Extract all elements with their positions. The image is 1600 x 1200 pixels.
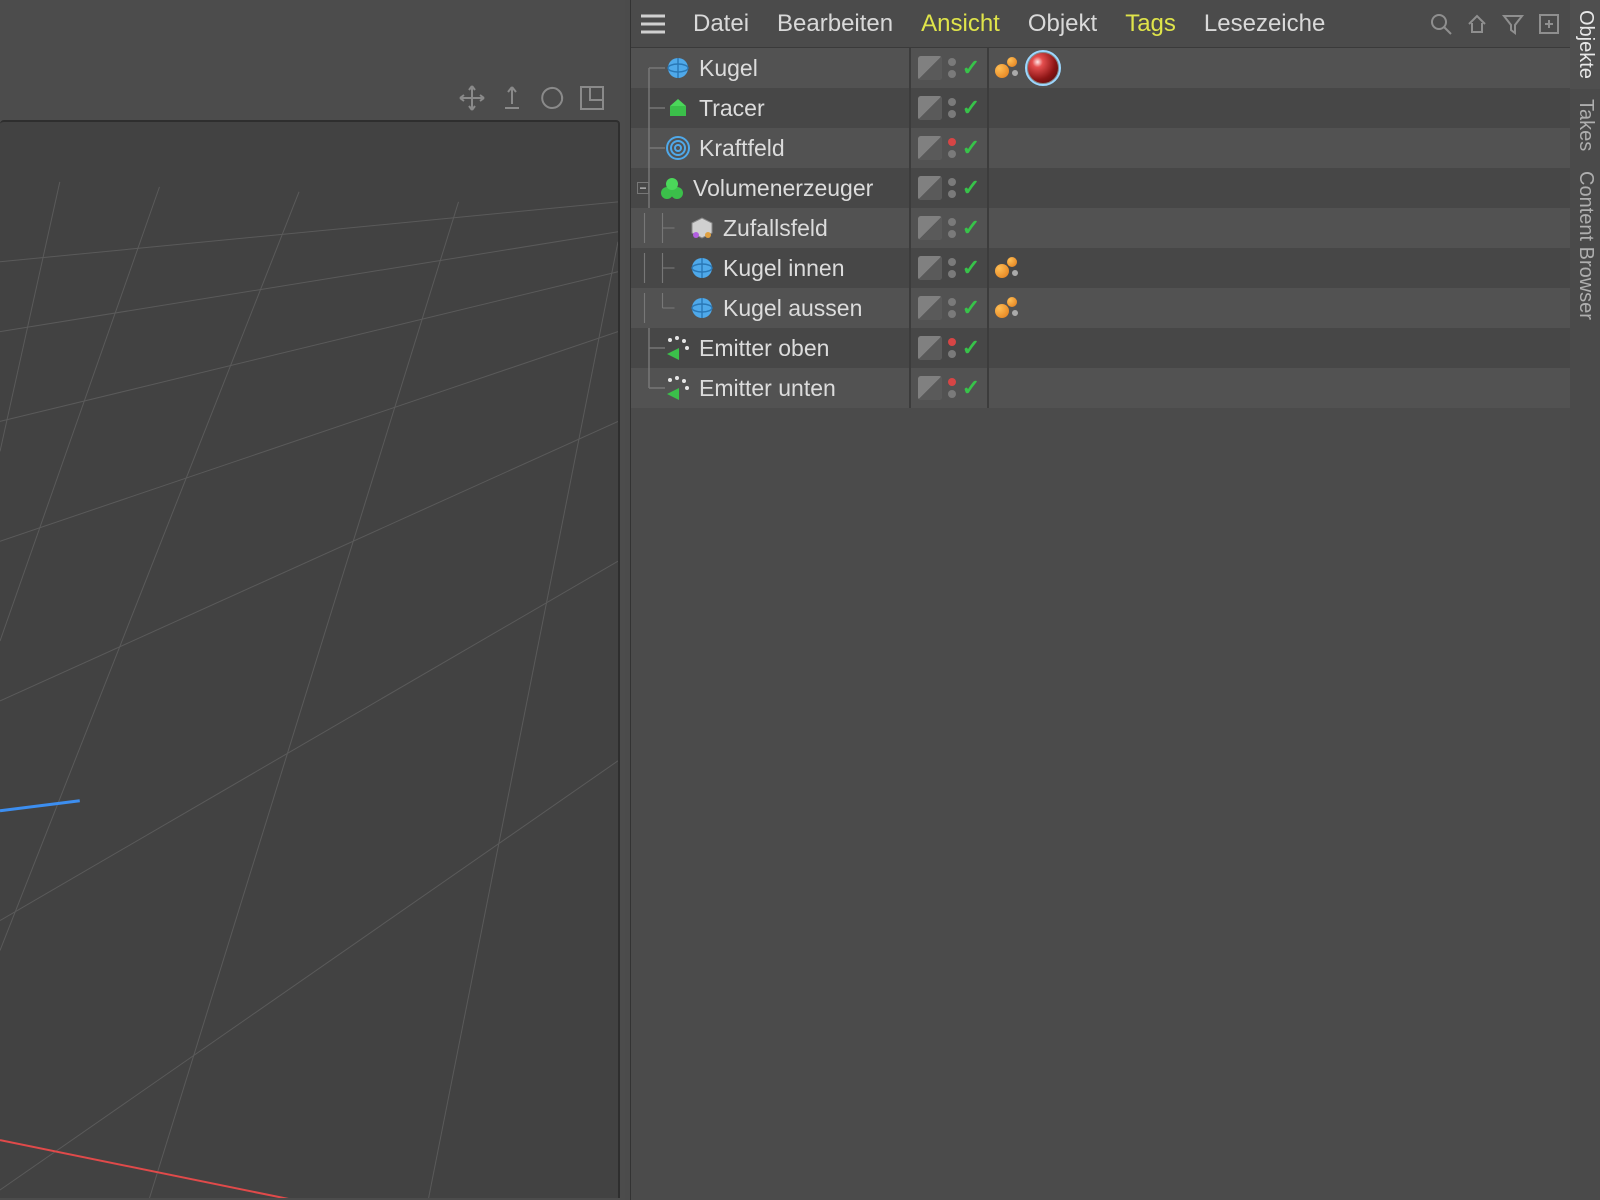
viewport-toolbar <box>0 77 616 119</box>
visibility-dots[interactable] <box>948 138 956 158</box>
filter-icon[interactable] <box>1498 9 1528 39</box>
enable-check-icon[interactable]: ✓ <box>962 137 980 159</box>
menu-object[interactable]: Objekt <box>1014 10 1111 38</box>
tree-row-emitter-oben[interactable]: Emitter oben ✓ <box>631 328 1570 368</box>
tree-row-kugel-aussen[interactable]: Kugel aussen ✓ <box>631 288 1570 328</box>
viewport-move-icon[interactable] <box>456 82 488 114</box>
side-tab-objects[interactable]: Objekte <box>1570 0 1600 89</box>
tree-label: Emitter unten <box>699 375 836 402</box>
enable-check-icon[interactable]: ✓ <box>962 297 980 319</box>
viewport-canvas[interactable] <box>0 120 620 1198</box>
tree-row-emitter-unten[interactable]: Emitter unten ✓ <box>631 368 1570 408</box>
enable-check-icon[interactable]: ✓ <box>962 177 980 199</box>
viewport-panel <box>0 0 625 1200</box>
tree-label: Kugel innen <box>723 255 845 282</box>
dynamics-tag-icon[interactable] <box>995 55 1021 81</box>
enable-check-icon[interactable]: ✓ <box>962 57 980 79</box>
visibility-dots[interactable] <box>948 98 956 118</box>
dynamics-tag-icon[interactable] <box>995 255 1021 281</box>
visibility-dots[interactable] <box>948 218 956 238</box>
add-icon[interactable] <box>1534 9 1564 39</box>
enable-check-icon[interactable]: ✓ <box>962 97 980 119</box>
enable-check-icon[interactable]: ✓ <box>962 377 980 399</box>
menu-view[interactable]: Ansicht <box>907 10 1014 38</box>
search-icon[interactable] <box>1426 9 1456 39</box>
layer-toggle[interactable] <box>918 176 942 200</box>
home-icon[interactable] <box>1462 9 1492 39</box>
visibility-dots[interactable] <box>948 58 956 78</box>
layer-toggle[interactable] <box>918 256 942 280</box>
visibility-dots[interactable] <box>948 338 956 358</box>
sphere-icon <box>689 255 715 281</box>
visibility-dots[interactable] <box>948 298 956 318</box>
dynamics-tag-icon[interactable] <box>995 295 1021 321</box>
visibility-dots[interactable] <box>948 258 956 278</box>
tree-label: Tracer <box>699 95 765 122</box>
layer-toggle[interactable] <box>918 296 942 320</box>
tree-row-kraftfeld[interactable]: Kraftfeld ✓ <box>631 128 1570 168</box>
viewport-dolly-icon[interactable] <box>496 82 528 114</box>
viewport-maximize-icon[interactable] <box>576 82 608 114</box>
tree-label: Zufallsfeld <box>723 215 828 242</box>
object-tree: Kugel ✓ <box>631 48 1570 1200</box>
layer-toggle[interactable] <box>918 96 942 120</box>
random-field-icon <box>689 215 715 241</box>
visibility-dots[interactable] <box>948 378 956 398</box>
layer-toggle[interactable] <box>918 376 942 400</box>
layer-toggle[interactable] <box>918 136 942 160</box>
menu-file[interactable]: Datei <box>679 10 763 38</box>
material-tag-icon[interactable] <box>1027 52 1059 84</box>
object-manager-panel: Datei Bearbeiten Ansicht Objekt Tags Les… <box>630 0 1570 1200</box>
viewport-orbit-icon[interactable] <box>536 82 568 114</box>
tree-row-zufallsfeld[interactable]: Zufallsfeld ✓ <box>631 208 1570 248</box>
enable-check-icon[interactable]: ✓ <box>962 337 980 359</box>
sphere-icon <box>689 295 715 321</box>
enable-check-icon[interactable]: ✓ <box>962 257 980 279</box>
tree-row-kugel[interactable]: Kugel ✓ <box>631 48 1570 88</box>
tree-label: Kraftfeld <box>699 135 785 162</box>
layer-toggle[interactable] <box>918 336 942 360</box>
tree-label: Kugel aussen <box>723 295 862 322</box>
tree-row-kugel-innen[interactable]: Kugel innen ✓ <box>631 248 1570 288</box>
tree-label: Emitter oben <box>699 335 829 362</box>
tree-label: Volumenerzeuger <box>693 175 873 202</box>
side-tab-content-browser[interactable]: Content Browser <box>1570 161 1600 330</box>
menu-tags[interactable]: Tags <box>1111 10 1190 38</box>
object-manager-menubar: Datei Bearbeiten Ansicht Objekt Tags Les… <box>631 0 1570 48</box>
menu-bookmarks[interactable]: Lesezeiche <box>1190 10 1339 38</box>
tree-row-volumenerzeuger[interactable]: − Volumenerzeuger ✓ <box>631 168 1570 208</box>
tree-label: Kugel <box>699 55 758 82</box>
side-tab-takes[interactable]: Takes <box>1570 89 1600 161</box>
menu-edit[interactable]: Bearbeiten <box>763 10 907 38</box>
layer-toggle[interactable] <box>918 216 942 240</box>
enable-check-icon[interactable]: ✓ <box>962 217 980 239</box>
hamburger-icon[interactable] <box>635 6 671 42</box>
visibility-dots[interactable] <box>948 178 956 198</box>
layer-toggle[interactable] <box>918 56 942 80</box>
side-tabs: Objekte Takes Content Browser <box>1569 0 1600 1200</box>
tree-row-tracer[interactable]: Tracer ✓ <box>631 88 1570 128</box>
